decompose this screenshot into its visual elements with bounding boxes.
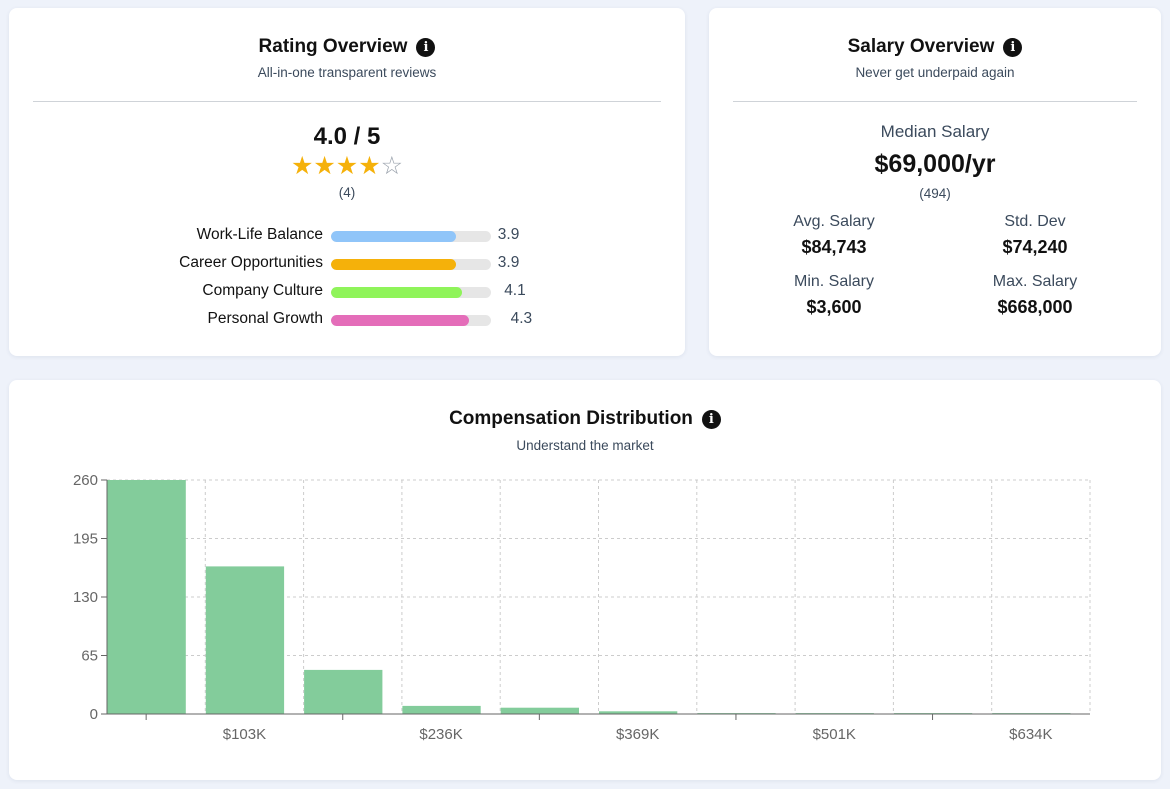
rating-overview-card: Rating Overview i All-in-one transparent… [9, 8, 685, 356]
stat-label: Std. Dev [1004, 213, 1066, 230]
divider [733, 101, 1137, 102]
rating-category-label: Career Opportunities [179, 254, 323, 271]
x-tick-label: $103K [223, 726, 266, 743]
rating-subtitle: All-in-one transparent reviews [257, 65, 437, 80]
y-tick-label: 65 [81, 648, 98, 665]
stat-max-salary: Max. Salary $668,000 [935, 273, 1135, 318]
rating-category-value: 4.1 [504, 282, 526, 299]
star-filled-icon: ★ [313, 152, 336, 180]
rating-score: 4.0 / 5 [313, 123, 381, 150]
star-filled-icon: ★ [290, 152, 314, 180]
y-tick-label: 0 [90, 706, 98, 723]
stat-label: Max. Salary [992, 273, 1078, 290]
rating-category-row: Career Opportunities 3.9 [9, 252, 685, 274]
x-tick-label: $236K [419, 726, 462, 743]
y-tick-label: 260 [73, 472, 98, 489]
rating-progress-fill [331, 287, 463, 298]
stat-min-salary: Min. Salary $3,600 [734, 273, 934, 318]
histogram-bar[interactable] [107, 480, 186, 714]
rating-category-row: Work-Life Balance 3.9 [9, 224, 685, 246]
stat-value: $668,000 [997, 297, 1073, 317]
rating-title-row: Rating Overview i [9, 36, 685, 58]
salary-subtitle: Never get underpaid again [855, 65, 1015, 80]
rating-progress-fill [331, 231, 456, 242]
rating-progress-fill [331, 259, 456, 270]
rating-category-row: Company Culture 4.1 [9, 280, 685, 302]
review-count: (4) [338, 185, 356, 200]
stat-value: $84,743 [801, 237, 867, 257]
star-empty-icon: ☆ [380, 152, 404, 180]
stat-std-dev: Std. Dev $74,240 [935, 213, 1135, 258]
x-tick-label: $634K [1009, 726, 1052, 743]
rating-category-row: Personal Growth 4.3 [9, 308, 685, 330]
star-rating: ★★★★☆ [9, 152, 685, 180]
salary-title: Salary Overview [847, 36, 995, 57]
rating-progress-bar [331, 231, 491, 242]
histogram-bar[interactable] [205, 566, 285, 714]
y-tick-label: 195 [73, 531, 98, 548]
median-salary-value: $69,000/yr [874, 150, 996, 178]
rating-progress-bar [331, 315, 491, 326]
rating-category-label: Work-Life Balance [196, 226, 323, 243]
rating-category-value: 3.9 [497, 226, 520, 243]
compensation-distribution-card: Compensation Distribution i Understand t… [9, 380, 1161, 780]
x-tick-label: $501K [813, 726, 856, 743]
stat-value: $3,600 [806, 297, 862, 317]
salary-title-row: Salary Overview i [709, 36, 1161, 58]
rating-title: Rating Overview [258, 36, 408, 57]
compensation-histogram: 0 65 130 195 260 $103K $236K $369K $501K $634K [73, 472, 1091, 743]
info-icon[interactable]: i [416, 37, 436, 57]
rating-category-label: Personal Growth [207, 310, 323, 327]
y-tick-label: 130 [73, 589, 98, 606]
divider [33, 101, 661, 102]
histogram-bar[interactable] [500, 707, 579, 714]
histogram-bar[interactable] [304, 669, 383, 714]
star-filled-icon: ★ [335, 152, 359, 180]
star-filled-icon: ★ [358, 152, 381, 180]
stat-avg-salary: Avg. Salary $84,743 [734, 213, 934, 258]
salary-count: (494) [919, 186, 951, 201]
stat-value: $74,240 [1002, 237, 1068, 257]
rating-category-value: 3.9 [497, 254, 520, 271]
rating-category-label: Company Culture [202, 282, 323, 299]
stat-label: Min. Salary [793, 273, 875, 290]
rating-progress-bar [331, 287, 491, 298]
info-icon[interactable]: i [1003, 37, 1023, 57]
median-salary-label: Median Salary [880, 122, 990, 141]
histogram-bar[interactable] [402, 705, 481, 714]
salary-overview-card: Salary Overview i Never get underpaid ag… [709, 8, 1161, 356]
rating-category-value: 4.3 [510, 310, 533, 327]
x-tick-label: $369K [616, 726, 659, 743]
stat-label: Avg. Salary [793, 213, 875, 230]
rating-progress-fill [331, 315, 469, 326]
rating-progress-bar [331, 259, 491, 270]
